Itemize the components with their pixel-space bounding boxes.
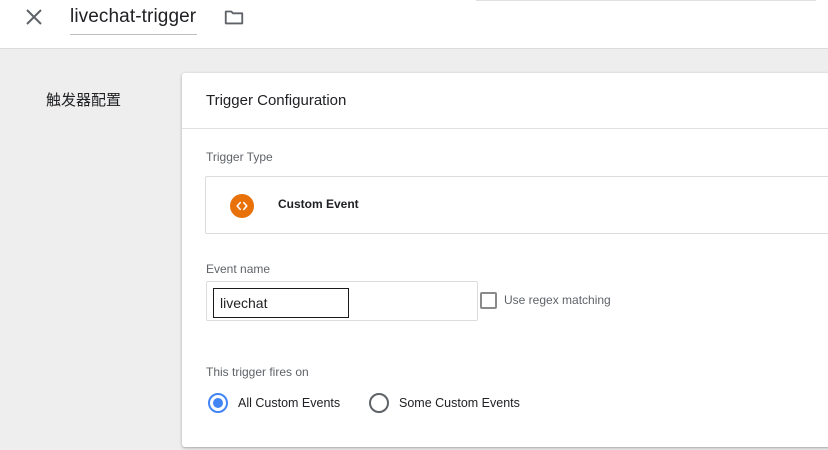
folder-icon <box>224 10 244 25</box>
section-label: 触发器配置 <box>46 91 122 109</box>
trigger-type-label: Trigger Type <box>206 150 273 164</box>
event-name-input[interactable] <box>213 288 349 318</box>
custom-event-icon <box>230 194 254 218</box>
close-icon <box>26 9 42 25</box>
trigger-type-selector[interactable]: Custom Event <box>205 176 828 234</box>
radio-button-selected[interactable] <box>208 393 228 413</box>
card-title: Trigger Configuration <box>182 73 828 129</box>
event-name-field <box>206 281 478 321</box>
regex-checkbox[interactable] <box>480 291 497 309</box>
fires-on-label: This trigger fires on <box>206 365 309 379</box>
regex-label: Use regex matching <box>504 293 611 307</box>
trigger-type-name: Custom Event <box>278 197 359 211</box>
radio-label-all: All Custom Events <box>238 396 341 410</box>
radio-all-custom-events[interactable]: All Custom Events <box>208 392 340 414</box>
radio-label-some: Some Custom Events <box>399 396 520 410</box>
event-name-label: Event name <box>206 262 271 276</box>
trigger-name: livechat-trigger <box>70 6 197 27</box>
radio-button-unselected[interactable] <box>369 393 389 413</box>
folder-button[interactable] <box>223 6 245 28</box>
top-bar: livechat-trigger <box>0 0 828 49</box>
trigger-configuration-card: Trigger Configuration Trigger Type Custo… <box>182 73 828 447</box>
trigger-name-field[interactable]: livechat-trigger <box>70 5 198 35</box>
radio-some-custom-events[interactable]: Some Custom Events <box>369 392 520 414</box>
top-search-field[interactable] <box>476 0 816 1</box>
close-button[interactable] <box>22 5 46 29</box>
regex-option[interactable]: Use regex matching <box>480 291 611 309</box>
